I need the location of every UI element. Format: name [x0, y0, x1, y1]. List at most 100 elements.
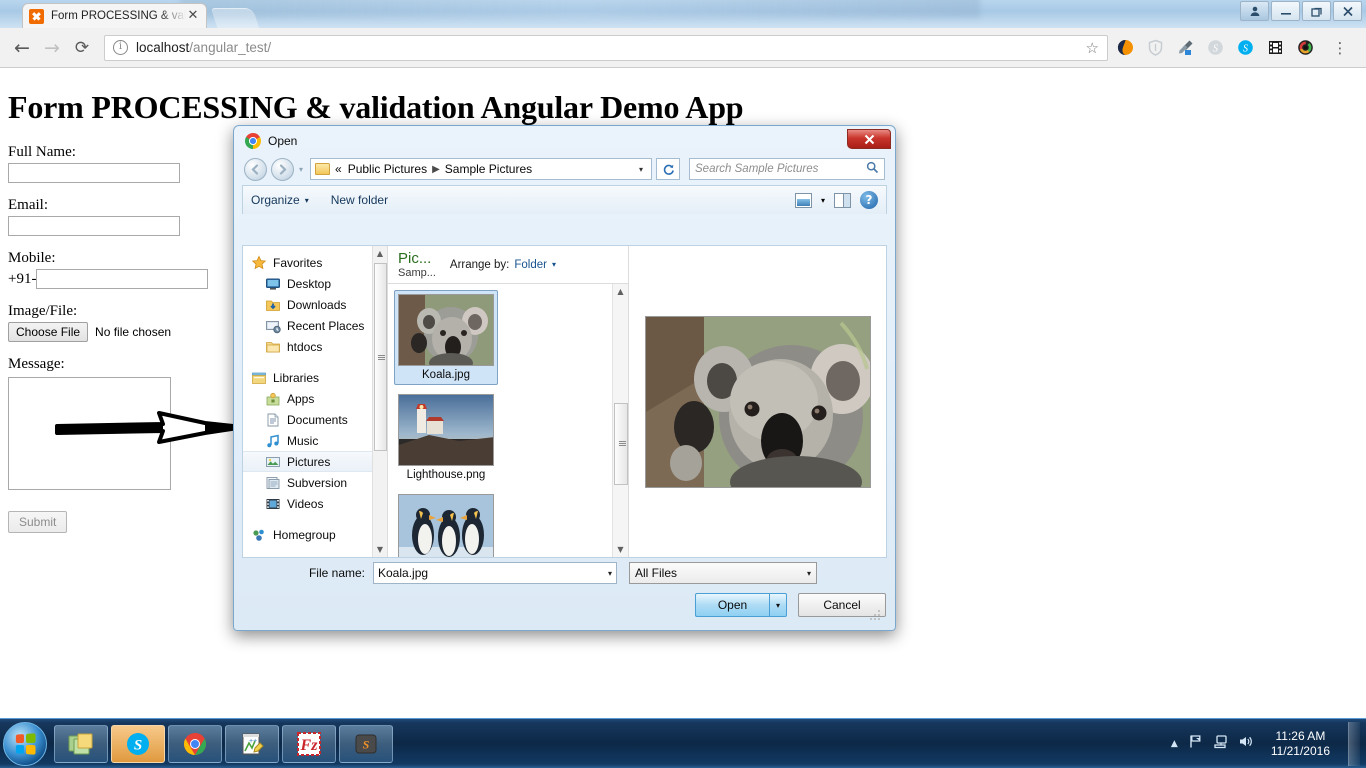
file-item-lighthouse[interactable]: Lighthouse.png — [394, 390, 498, 485]
sidebar-item-libraries[interactable]: Libraries — [243, 367, 387, 388]
action-center-flag-icon[interactable] — [1188, 734, 1203, 753]
windows-start-orb[interactable] — [3, 722, 47, 766]
dialog-close-button[interactable] — [847, 129, 891, 149]
scroll-track[interactable] — [613, 299, 628, 542]
organize-menu[interactable]: Organize ▾ — [251, 193, 309, 207]
file-list-scrollbar[interactable]: ▲ ▼ — [612, 284, 628, 557]
profile-avatar[interactable] — [1240, 1, 1269, 21]
browser-tab[interactable]: Form PROCESSING & val ✕ — [22, 3, 207, 28]
show-desktop-button[interactable] — [1348, 722, 1360, 766]
full-name-input[interactable] — [8, 163, 180, 183]
breadcrumb-item-0[interactable]: Public Pictures — [348, 162, 427, 176]
minimize-button[interactable] — [1271, 1, 1300, 21]
close-icon[interactable]: ✕ — [186, 9, 200, 23]
submit-button[interactable]: Submit — [8, 511, 67, 533]
breadcrumb[interactable]: « Public Pictures ▶ Sample Pictures ▾ — [310, 158, 652, 180]
svg-text:Fz: Fz — [300, 737, 319, 754]
breadcrumb-dropdown-icon[interactable]: ▾ — [635, 165, 647, 174]
back-icon[interactable]: ← — [8, 34, 36, 62]
url-text: localhost/angular_test/ — [136, 40, 1086, 55]
choose-file-button[interactable]: Choose File — [8, 322, 88, 342]
open-button[interactable]: Open — [695, 593, 769, 617]
volume-icon[interactable] — [1238, 734, 1253, 753]
skype-gray-icon[interactable]: S — [1206, 38, 1225, 57]
clock-time: 11:26 AM — [1271, 729, 1330, 744]
file-name-label: File name: — [242, 566, 373, 580]
sidebar-label: Pictures — [287, 455, 330, 469]
scroll-up-icon[interactable]: ▲ — [373, 246, 388, 261]
scroll-down-icon[interactable]: ▼ — [373, 542, 388, 557]
film-icon[interactable] — [1266, 38, 1285, 57]
site-info-icon[interactable]: i — [113, 40, 128, 55]
new-tab-button[interactable] — [211, 8, 259, 28]
file-name: Lighthouse.png — [398, 469, 494, 481]
help-icon[interactable]: ? — [860, 191, 878, 209]
scroll-thumb[interactable] — [614, 403, 628, 485]
svg-text:++: ++ — [249, 738, 257, 745]
resize-grip[interactable] — [870, 608, 882, 620]
reload-icon[interactable]: ⟳ — [68, 34, 96, 62]
sublime-text-icon[interactable]: S — [339, 725, 393, 763]
sidebar-item-music[interactable]: Music — [243, 430, 387, 451]
sidebar-label: Favorites — [273, 256, 322, 270]
mobile-input[interactable] — [36, 269, 208, 289]
sidebar-label: Homegroup — [273, 528, 336, 542]
file-item-koala[interactable]: Koala.jpg — [394, 290, 498, 385]
shield-icon[interactable] — [1146, 38, 1165, 57]
sidebar-item-videos[interactable]: Videos — [243, 493, 387, 514]
bookmark-star-icon[interactable]: ☆ — [1086, 39, 1099, 57]
chrome-menu-icon[interactable]: ⋮ — [1326, 34, 1354, 62]
search-icon — [866, 161, 879, 177]
scroll-down-icon[interactable]: ▼ — [613, 542, 628, 557]
breadcrumb-item-1[interactable]: Sample Pictures — [445, 162, 532, 176]
network-icon[interactable] — [1213, 734, 1228, 753]
file-item-penguins[interactable]: Penguins.jpg — [394, 490, 498, 557]
google-chrome-icon[interactable] — [168, 725, 222, 763]
forward-icon[interactable]: → — [38, 34, 66, 62]
scroll-track[interactable] — [373, 261, 388, 542]
navigation-scrollbar[interactable]: ▲ ▼ — [372, 246, 387, 557]
eyedropper-icon[interactable] — [1176, 38, 1195, 57]
sidebar-item-downloads[interactable]: Downloads — [243, 294, 387, 315]
sidebar-item-pictures[interactable]: Pictures — [243, 451, 387, 472]
arrange-by-control[interactable]: Arrange by: Folder ▾ — [450, 259, 556, 271]
back-icon[interactable] — [244, 158, 267, 181]
show-hidden-icons-chevron[interactable]: ▲ — [1171, 739, 1178, 749]
scroll-thumb[interactable] — [374, 263, 387, 451]
sidebar-item-recent-places[interactable]: Recent Places — [243, 315, 387, 336]
preview-pane-icon[interactable] — [834, 193, 851, 208]
address-bar[interactable]: i localhost/angular_test/ ☆ — [104, 35, 1108, 61]
close-button[interactable] — [1333, 1, 1362, 21]
refresh-icon[interactable] — [656, 158, 680, 180]
skype-blue-icon[interactable]: S — [1236, 38, 1255, 57]
sidebar-item-documents[interactable]: Documents — [243, 409, 387, 430]
notepad-plus-plus-icon[interactable]: ++ — [225, 725, 279, 763]
skype-icon[interactable]: S — [111, 725, 165, 763]
sidebar-item-homegroup[interactable]: Homegroup — [243, 524, 387, 545]
filezilla-icon[interactable]: Fz — [282, 725, 336, 763]
sidebar-item-desktop[interactable]: Desktop — [243, 273, 387, 294]
open-dropdown-icon[interactable]: ▾ — [769, 593, 787, 617]
sidebar-item-favorites[interactable]: Favorites — [243, 252, 387, 273]
sidebar-item-htdocs[interactable]: htdocs — [243, 336, 387, 357]
scroll-up-icon[interactable]: ▲ — [613, 284, 628, 299]
hand-drawn-arrow-annotation — [55, 410, 240, 446]
sidebar-item-subversion[interactable]: Subversion — [243, 472, 387, 493]
change-view-icon[interactable] — [795, 193, 812, 208]
restore-button[interactable] — [1302, 1, 1331, 21]
sidebar-item-apps[interactable]: Apps — [243, 388, 387, 409]
windows-explorer-icon[interactable] — [54, 725, 108, 763]
forward-icon[interactable] — [271, 158, 294, 181]
chevron-down-icon[interactable]: ▾ — [608, 569, 612, 578]
opera-sync-icon[interactable] — [1116, 38, 1135, 57]
taskbar-clock[interactable]: 11:26 AM 11/21/2016 — [1263, 729, 1338, 759]
view-dropdown-icon[interactable]: ▾ — [821, 196, 825, 205]
email-input[interactable] — [8, 216, 180, 236]
file-name-input[interactable]: Koala.jpg ▾ — [373, 562, 617, 584]
search-input[interactable]: Search Sample Pictures — [689, 158, 885, 180]
new-folder-button[interactable]: New folder — [331, 193, 388, 207]
file-type-select[interactable]: All Files ▾ — [629, 562, 817, 584]
history-dropdown-icon[interactable]: ▾ — [299, 165, 303, 174]
dialog-title-bar: Open — [236, 128, 893, 154]
color-wheel-icon[interactable] — [1296, 38, 1315, 57]
